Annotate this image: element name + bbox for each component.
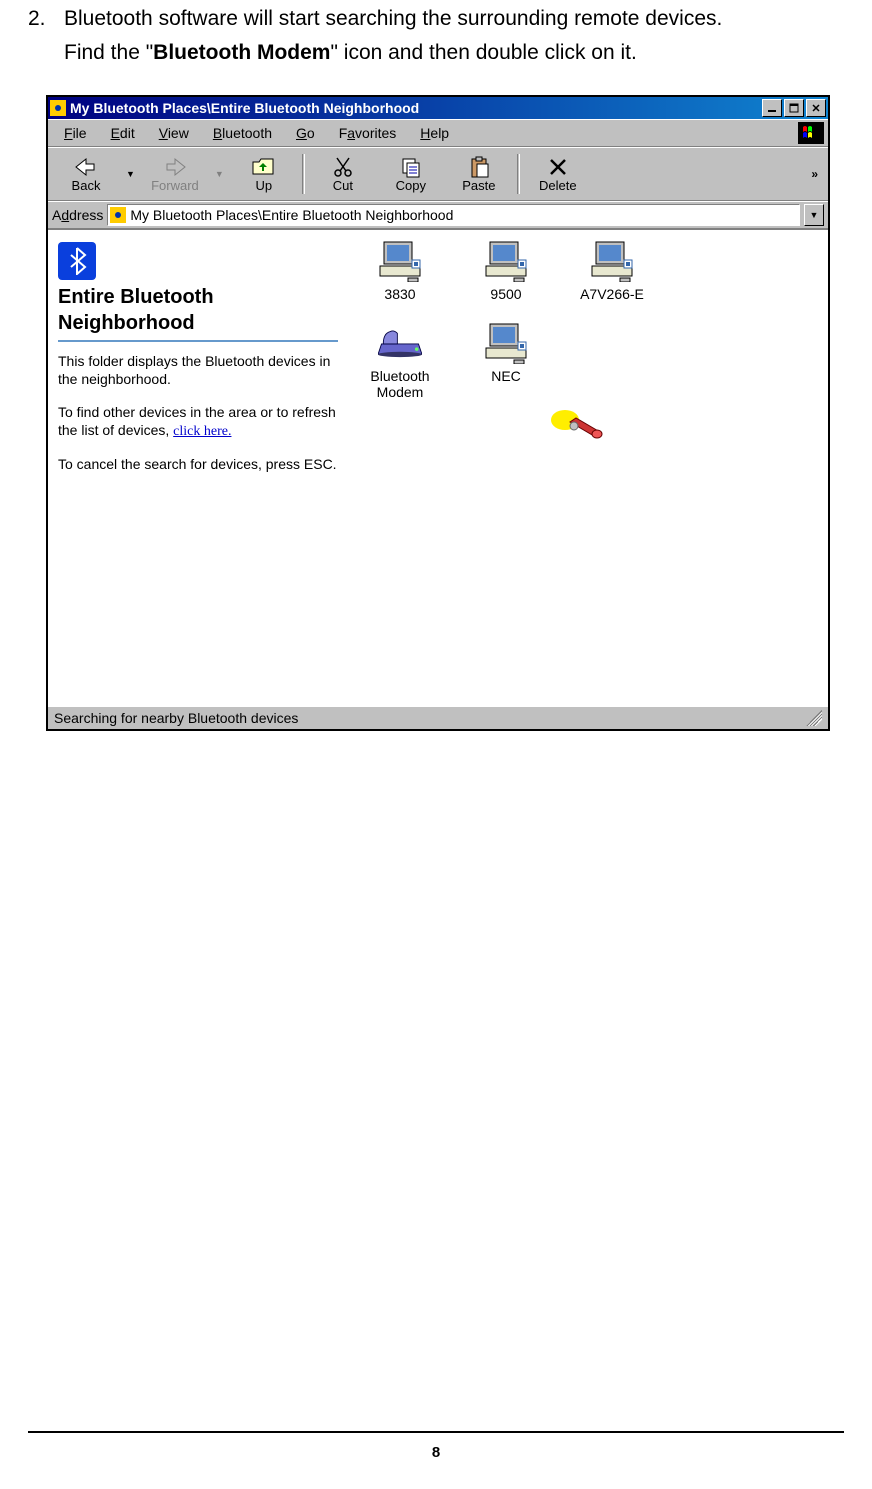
content-area: Entire Bluetooth Neighborhood This folde… bbox=[48, 229, 828, 706]
device-label: 3830 bbox=[384, 286, 415, 302]
device-label: 9500 bbox=[490, 286, 521, 302]
searching-flashlight-icon bbox=[550, 408, 610, 448]
device-9500[interactable]: 9500 bbox=[458, 240, 554, 302]
address-folder-icon bbox=[110, 207, 126, 223]
up-button[interactable]: Up bbox=[230, 150, 298, 198]
cut-button[interactable]: Cut bbox=[309, 150, 377, 198]
minimize-button[interactable] bbox=[762, 99, 782, 117]
paste-button[interactable]: Paste bbox=[445, 150, 513, 198]
panel-title: Entire Bluetooth Neighborhood bbox=[58, 284, 338, 342]
back-button[interactable]: Back bbox=[52, 150, 120, 198]
address-value: My Bluetooth Places\Entire Bluetooth Nei… bbox=[130, 207, 453, 223]
forward-dropdown-arrow-icon: ▼ bbox=[209, 169, 230, 179]
device-list: 3830 9500 A7V266-E bbox=[348, 230, 828, 706]
windows-logo-icon bbox=[798, 122, 824, 144]
modem-icon bbox=[378, 322, 422, 364]
copy-icon bbox=[400, 156, 422, 178]
address-dropdown-arrow-icon[interactable]: ▼ bbox=[804, 204, 824, 226]
delete-button[interactable]: Delete bbox=[524, 150, 592, 198]
folder-up-icon bbox=[251, 156, 277, 178]
instruction-text-2a: Find the " bbox=[64, 41, 153, 64]
forward-arrow-icon bbox=[163, 156, 187, 178]
delete-x-icon bbox=[548, 156, 568, 178]
menu-go[interactable]: Go bbox=[284, 123, 327, 143]
device-a7v266e[interactable]: A7V266-E bbox=[564, 240, 660, 302]
menu-file[interactable]: File bbox=[52, 123, 99, 143]
window-title: My Bluetooth Places\Entire Bluetooth Nei… bbox=[70, 100, 762, 116]
address-field[interactable]: My Bluetooth Places\Entire Bluetooth Nei… bbox=[107, 204, 800, 226]
resize-grip-icon[interactable] bbox=[806, 710, 822, 726]
menu-edit[interactable]: Edit bbox=[99, 123, 147, 143]
back-arrow-icon bbox=[74, 156, 98, 178]
maximize-button[interactable] bbox=[784, 99, 804, 117]
menu-help[interactable]: Help bbox=[408, 123, 461, 143]
scissors-icon bbox=[333, 156, 353, 178]
info-panel: Entire Bluetooth Neighborhood This folde… bbox=[48, 230, 348, 706]
explorer-window: My Bluetooth Places\Entire Bluetooth Nei… bbox=[46, 95, 830, 731]
toolbar-overflow-icon[interactable]: » bbox=[811, 167, 824, 181]
device-nec[interactable]: NEC bbox=[458, 322, 554, 400]
computer-icon bbox=[484, 240, 528, 282]
page-number: 8 bbox=[0, 1444, 872, 1461]
device-3830[interactable]: 3830 bbox=[352, 240, 448, 302]
step-number: 2. bbox=[28, 2, 64, 69]
refresh-link[interactable]: click here. bbox=[173, 424, 231, 439]
device-label: A7V266-E bbox=[580, 286, 644, 302]
instruction-text-2c: " icon and then double click on it. bbox=[330, 41, 636, 64]
computer-icon bbox=[590, 240, 634, 282]
menu-bar: File Edit View Bluetooth Go Favorites He… bbox=[48, 119, 828, 147]
address-bar: Address My Bluetooth Places\Entire Bluet… bbox=[48, 201, 828, 229]
back-dropdown-arrow-icon[interactable]: ▼ bbox=[120, 169, 141, 179]
status-bar: Searching for nearby Bluetooth devices bbox=[48, 706, 828, 729]
menu-view[interactable]: View bbox=[147, 123, 201, 143]
computer-icon bbox=[484, 322, 528, 364]
menu-favorites[interactable]: Favorites bbox=[327, 123, 409, 143]
bluetooth-logo-icon bbox=[58, 242, 96, 280]
device-label: Bluetooth Modem bbox=[352, 368, 448, 400]
copy-button[interactable]: Copy bbox=[377, 150, 445, 198]
forward-button: Forward bbox=[141, 150, 209, 198]
instruction-step: 2. Bluetooth software will start searchi… bbox=[28, 2, 844, 69]
close-button[interactable] bbox=[806, 99, 826, 117]
instruction-bold: Bluetooth Modem bbox=[153, 41, 330, 64]
panel-text-1: This folder displays the Bluetooth devic… bbox=[58, 352, 338, 388]
clipboard-icon bbox=[468, 156, 490, 178]
address-label: Address bbox=[52, 207, 103, 223]
panel-text-3: To cancel the search for devices, press … bbox=[58, 455, 338, 473]
status-text: Searching for nearby Bluetooth devices bbox=[54, 710, 298, 726]
footer-divider bbox=[28, 1431, 844, 1433]
toolbar: Back ▼ Forward ▼ Up Cut Copy bbox=[48, 147, 828, 201]
instruction-text-1: Bluetooth software will start searching … bbox=[64, 7, 722, 30]
title-bar: My Bluetooth Places\Entire Bluetooth Nei… bbox=[48, 97, 828, 119]
device-bluetooth-modem[interactable]: Bluetooth Modem bbox=[352, 322, 448, 400]
bluetooth-places-icon bbox=[50, 100, 66, 116]
computer-icon bbox=[378, 240, 422, 282]
menu-bluetooth[interactable]: Bluetooth bbox=[201, 123, 284, 143]
device-label: NEC bbox=[491, 368, 521, 384]
